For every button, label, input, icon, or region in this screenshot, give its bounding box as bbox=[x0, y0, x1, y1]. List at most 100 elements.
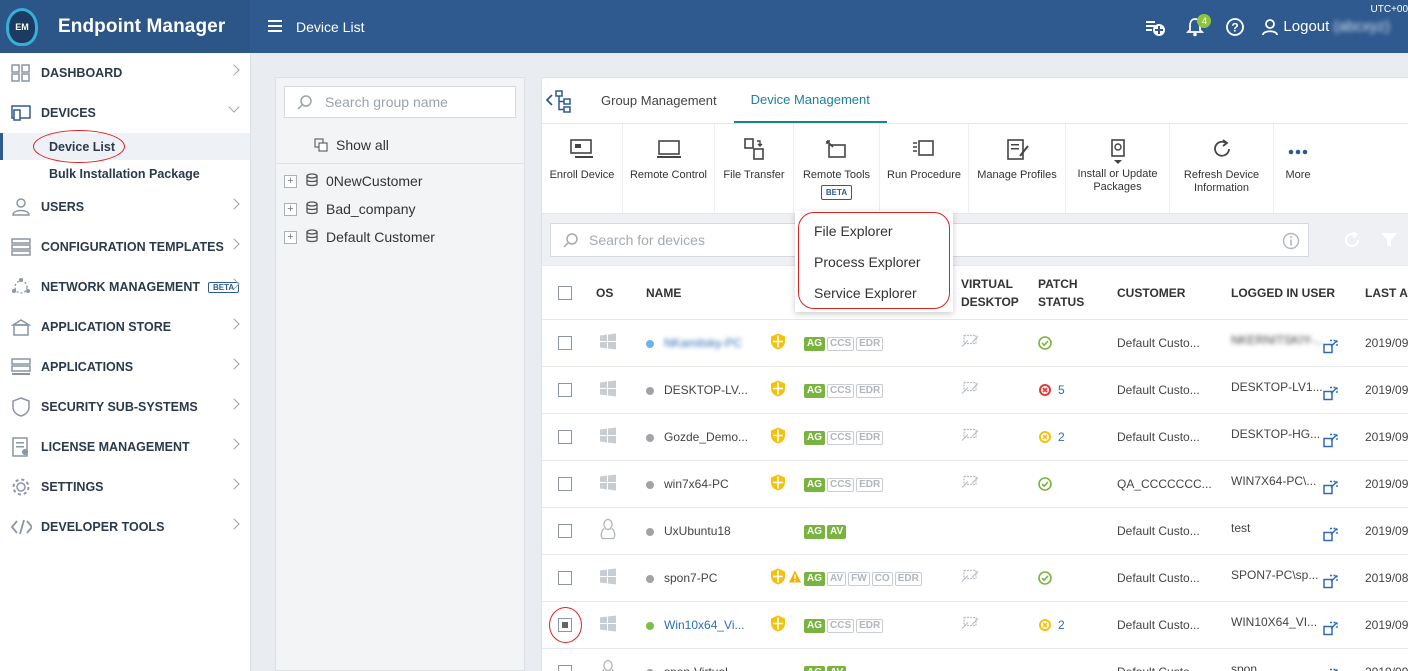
add-list-icon[interactable] bbox=[1135, 12, 1175, 42]
logout-button[interactable]: Logout (abcxyz) bbox=[1261, 18, 1390, 36]
file-transfer-button[interactable]: File Transfer bbox=[715, 124, 794, 214]
install-update-packages-button[interactable]: Install or Update Packages bbox=[1066, 124, 1170, 214]
table-row[interactable]: win7x64-PC AG CCS EDR QA_CCCCCCC... WIN7X64-P… bbox=[542, 461, 1408, 508]
virtual-desktop-icon[interactable] bbox=[960, 381, 980, 399]
column-header-os[interactable]: OS bbox=[596, 286, 613, 300]
expand-icon[interactable]: + bbox=[284, 202, 297, 216]
remote-tools-button[interactable]: Remote Tools BETA bbox=[794, 124, 880, 214]
device-name-text[interactable]: win7x64-PC bbox=[664, 477, 729, 491]
tag-ccs: CCS bbox=[827, 619, 855, 633]
column-header-last-activity[interactable]: LAST AC bbox=[1365, 286, 1408, 300]
expand-icon[interactable]: + bbox=[284, 230, 297, 244]
remote-connect-icon[interactable] bbox=[1323, 433, 1339, 452]
device-name-text[interactable]: NKamitsky-PC bbox=[664, 336, 742, 350]
status-dot bbox=[646, 621, 654, 630]
device-name[interactable]: Win10x64_Vi... bbox=[646, 618, 745, 632]
row-checkbox[interactable] bbox=[558, 571, 572, 585]
device-name[interactable]: spon7-PC bbox=[646, 571, 717, 585]
patch-count[interactable]: 2 bbox=[1058, 618, 1065, 632]
remote-connect-icon[interactable] bbox=[1323, 527, 1339, 546]
column-header-name[interactable]: NAME bbox=[646, 286, 681, 300]
row-checkbox[interactable] bbox=[558, 383, 572, 397]
group-item[interactable]: + Bad_company bbox=[276, 195, 524, 223]
row-checkbox[interactable] bbox=[558, 430, 572, 444]
device-name-text[interactable]: UxUbuntu18 bbox=[664, 524, 731, 538]
row-checkbox[interactable] bbox=[558, 665, 572, 671]
table-row[interactable]: DESKTOP-LV... AG CCS EDR 5 Default Custo... DE… bbox=[542, 367, 1408, 414]
sidebar-item-applications[interactable]: APPLICATIONS bbox=[0, 347, 250, 387]
device-name[interactable]: spon-Virtual... bbox=[646, 665, 738, 671]
column-header-virtual-desktop[interactable]: VIRTUAL DESKTOP bbox=[961, 275, 1027, 311]
remote-connect-icon[interactable] bbox=[1323, 480, 1339, 499]
more-button[interactable]: More bbox=[1274, 124, 1322, 214]
group-item[interactable]: + 0NewCustomer bbox=[276, 167, 524, 195]
virtual-desktop-icon[interactable] bbox=[960, 334, 980, 352]
info-icon[interactable] bbox=[1282, 232, 1300, 250]
remote-connect-icon[interactable] bbox=[1323, 621, 1339, 640]
device-name-text[interactable]: Gozde_Demo... bbox=[664, 430, 748, 444]
show-all-button[interactable]: Show all bbox=[276, 126, 524, 164]
sidebar-item-configuration-templates[interactable]: CONFIGURATION TEMPLATES bbox=[0, 227, 250, 267]
table-row[interactable]: spon-Virtual... AGAV Default Custo... spon 2… bbox=[542, 649, 1408, 671]
notification-bell-icon[interactable]: 4 bbox=[1175, 12, 1215, 42]
remote-connect-icon[interactable] bbox=[1323, 339, 1339, 358]
sidebar-subitem-device-list[interactable]: Device List bbox=[0, 130, 250, 163]
enroll-device-button[interactable]: Enroll Device bbox=[542, 124, 623, 214]
column-header-patch-status[interactable]: PATCH STATUS bbox=[1038, 275, 1098, 311]
device-name-text[interactable]: spon-Virtual... bbox=[664, 665, 738, 671]
table-row[interactable]: Win10x64_Vi... AG CCS EDR 2 Default Custo... W… bbox=[542, 602, 1408, 649]
virtual-desktop-icon[interactable] bbox=[960, 616, 980, 634]
device-name[interactable]: Gozde_Demo... bbox=[646, 430, 748, 444]
tab-device-management[interactable]: Device Management bbox=[733, 78, 887, 123]
last-activity: 2019/09 bbox=[1365, 383, 1408, 397]
group-item[interactable]: + Default Customer bbox=[276, 223, 524, 251]
sidebar-item-application-store[interactable]: APPLICATION STORE bbox=[0, 307, 250, 347]
sidebar-item-license-management[interactable]: LICENSE MANAGEMENT bbox=[0, 427, 250, 467]
manage-profiles-button[interactable]: Manage Profiles bbox=[969, 124, 1066, 214]
help-icon[interactable]: ? bbox=[1215, 12, 1255, 42]
sidebar-item-security-sub-systems[interactable]: SECURITY SUB-SYSTEMS bbox=[0, 387, 250, 427]
device-name-text[interactable]: DESKTOP-LV... bbox=[664, 383, 748, 397]
run-procedure-button[interactable]: Run Procedure bbox=[880, 124, 969, 214]
table-row[interactable]: Gozde_Demo... AG CCS EDR 2 Default Custo... DE… bbox=[542, 414, 1408, 461]
device-name-text[interactable]: Win10x64_Vi... bbox=[664, 618, 745, 632]
patch-count[interactable]: 5 bbox=[1058, 383, 1065, 397]
sidebar-item-developer-tools[interactable]: DEVELOPER TOOLS bbox=[0, 507, 250, 547]
table-row[interactable]: UxUbuntu18 AG AV Default Custo... test 2019/0… bbox=[542, 508, 1408, 555]
sidebar-item-network-management[interactable]: NETWORK MANAGEMENT BETA bbox=[0, 267, 250, 307]
expand-icon[interactable]: + bbox=[284, 174, 297, 188]
patch-count[interactable]: 2 bbox=[1058, 430, 1065, 444]
table-row[interactable]: spon7-PC AG AV FW CO EDR Default Custo... SPON7… bbox=[542, 555, 1408, 602]
hamburger-menu-icon[interactable] bbox=[268, 17, 288, 37]
device-name[interactable]: win7x64-PC bbox=[646, 477, 729, 491]
tab-group-management[interactable]: Group Management bbox=[584, 78, 734, 123]
sidebar-item-dashboard[interactable]: DASHBOARD bbox=[0, 53, 250, 93]
sidebar-item-devices[interactable]: DEVICES bbox=[0, 93, 250, 133]
device-name[interactable]: UxUbuntu18 bbox=[646, 524, 731, 538]
refresh-device-info-button[interactable]: Refresh Device Information bbox=[1170, 124, 1274, 214]
sidebar-item-settings[interactable]: SETTINGS bbox=[0, 467, 250, 507]
sidebar-item-users[interactable]: USERS bbox=[0, 187, 250, 227]
group-search-input[interactable]: Search group name bbox=[284, 86, 516, 118]
remote-connect-icon[interactable] bbox=[1323, 386, 1339, 405]
table-row[interactable]: NKamitsky-PC AG CCS EDR Default Custo... NKER… bbox=[542, 320, 1408, 367]
virtual-desktop-icon[interactable] bbox=[960, 569, 980, 587]
virtual-desktop-icon[interactable] bbox=[960, 428, 980, 446]
virtual-desktop-icon[interactable] bbox=[960, 475, 980, 493]
reload-icon[interactable] bbox=[1333, 230, 1371, 250]
tree-toggle-icon[interactable] bbox=[544, 88, 574, 119]
column-header-customer[interactable]: CUSTOMER bbox=[1117, 286, 1185, 300]
filter-icon[interactable] bbox=[1370, 231, 1408, 249]
column-header-logged-in-user[interactable]: LOGGED IN USER bbox=[1231, 286, 1335, 300]
sidebar-subitem-bulk-installation[interactable]: Bulk Installation Package bbox=[0, 160, 250, 187]
remote-connect-icon[interactable] bbox=[1323, 668, 1339, 671]
row-checkbox[interactable] bbox=[558, 524, 572, 538]
select-all-checkbox[interactable] bbox=[558, 286, 572, 300]
device-name-text[interactable]: spon7-PC bbox=[664, 571, 717, 585]
row-checkbox[interactable] bbox=[558, 336, 572, 350]
device-name[interactable]: NKamitsky-PC bbox=[646, 336, 742, 350]
remote-connect-icon[interactable] bbox=[1323, 574, 1339, 593]
remote-control-button[interactable]: Remote Control bbox=[623, 124, 715, 214]
row-checkbox[interactable] bbox=[558, 477, 572, 491]
device-name[interactable]: DESKTOP-LV... bbox=[646, 383, 748, 397]
